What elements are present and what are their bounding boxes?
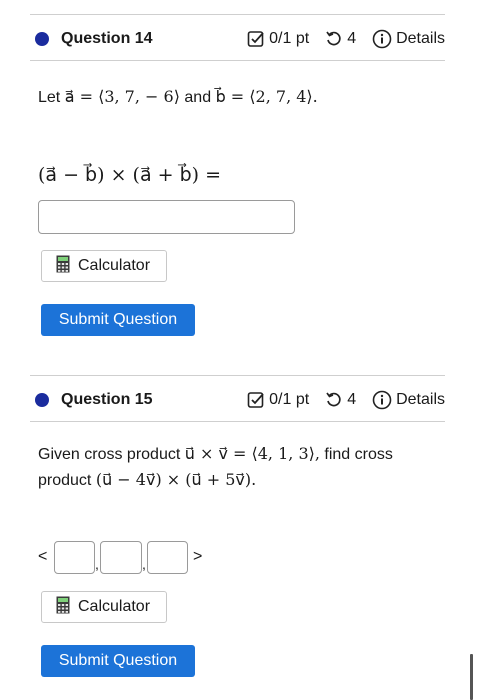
attempts-count: 4 — [347, 391, 357, 408]
given-cross-product: u⃗ × v⃗ = ⟨4, 1, 3⟩, — [184, 444, 320, 463]
question-status-dot — [35, 32, 49, 46]
submit-question-button[interactable]: Submit Question — [41, 304, 195, 336]
checkbox-icon — [247, 30, 265, 48]
divider — [30, 421, 445, 422]
calculator-label: Calculator — [78, 257, 151, 274]
vector-b: b⃗ = ⟨2, 7, 4⟩. — [215, 87, 318, 106]
vector-a: a⃗ = ⟨3, 7, − 6⟩ — [64, 87, 180, 106]
divider — [30, 14, 445, 15]
question-title: Question 14 — [61, 30, 153, 47]
question-title: Question 15 — [61, 391, 153, 408]
scrollbar[interactable] — [470, 654, 473, 700]
retry-icon — [325, 391, 343, 409]
calculator-button[interactable]: Calculator — [41, 250, 167, 282]
retry-icon — [325, 30, 343, 48]
vector-component-3-input[interactable] — [147, 541, 188, 574]
answer-input[interactable] — [38, 200, 295, 234]
prompt-text: Let — [38, 89, 61, 106]
question-status-dot — [35, 393, 49, 407]
question-14-prompt: Let a⃗ = ⟨3, 7, − 6⟩ and b⃗ = ⟨2, 7, 4⟩. — [38, 84, 318, 110]
target-cross-product: (u⃗ − 4v⃗) × (u⃗ + 5v⃗). — [95, 470, 257, 489]
attempts-count: 4 — [347, 30, 357, 47]
prompt-text: and — [184, 89, 212, 106]
divider — [30, 60, 445, 61]
info-icon[interactable] — [372, 390, 392, 410]
info-icon[interactable] — [372, 29, 392, 49]
close-angle-bracket: > — [193, 548, 203, 565]
question-15-prompt-line1: Given cross product u⃗ × v⃗ = ⟨4, 1, 3⟩,… — [38, 441, 393, 467]
checkbox-icon — [247, 391, 265, 409]
open-angle-bracket: < — [38, 548, 48, 565]
score: 0/1 pt — [269, 30, 310, 47]
calculator-label: Calculator — [78, 598, 151, 615]
divider — [30, 375, 445, 376]
details-link[interactable]: Details — [396, 391, 445, 409]
calculator-icon — [56, 255, 70, 278]
prompt-text: find cross — [324, 446, 393, 463]
submit-question-button[interactable]: Submit Question — [41, 645, 195, 677]
vector-component-1-input[interactable] — [54, 541, 95, 574]
comma: , — [142, 556, 146, 572]
comma: , — [95, 556, 99, 572]
details-link[interactable]: Details — [396, 30, 445, 48]
question-15-prompt-line2: product (u⃗ − 4v⃗) × (u⃗ + 5v⃗). — [38, 467, 256, 493]
question-15-header: Question 15 0/1 pt 4 Details — [30, 385, 445, 415]
question-14-header: Question 14 0/1 pt 4 Details — [30, 24, 445, 54]
cross-product-expression: (a⃗ − b⃗) × (a⃗ + b⃗) = — [38, 164, 222, 186]
score: 0/1 pt — [269, 391, 310, 408]
vector-component-2-input[interactable] — [100, 541, 142, 574]
prompt-text: product — [38, 472, 92, 489]
prompt-text: Given cross product — [38, 446, 181, 463]
calculator-button[interactable]: Calculator — [41, 591, 167, 623]
calculator-icon — [56, 596, 70, 619]
